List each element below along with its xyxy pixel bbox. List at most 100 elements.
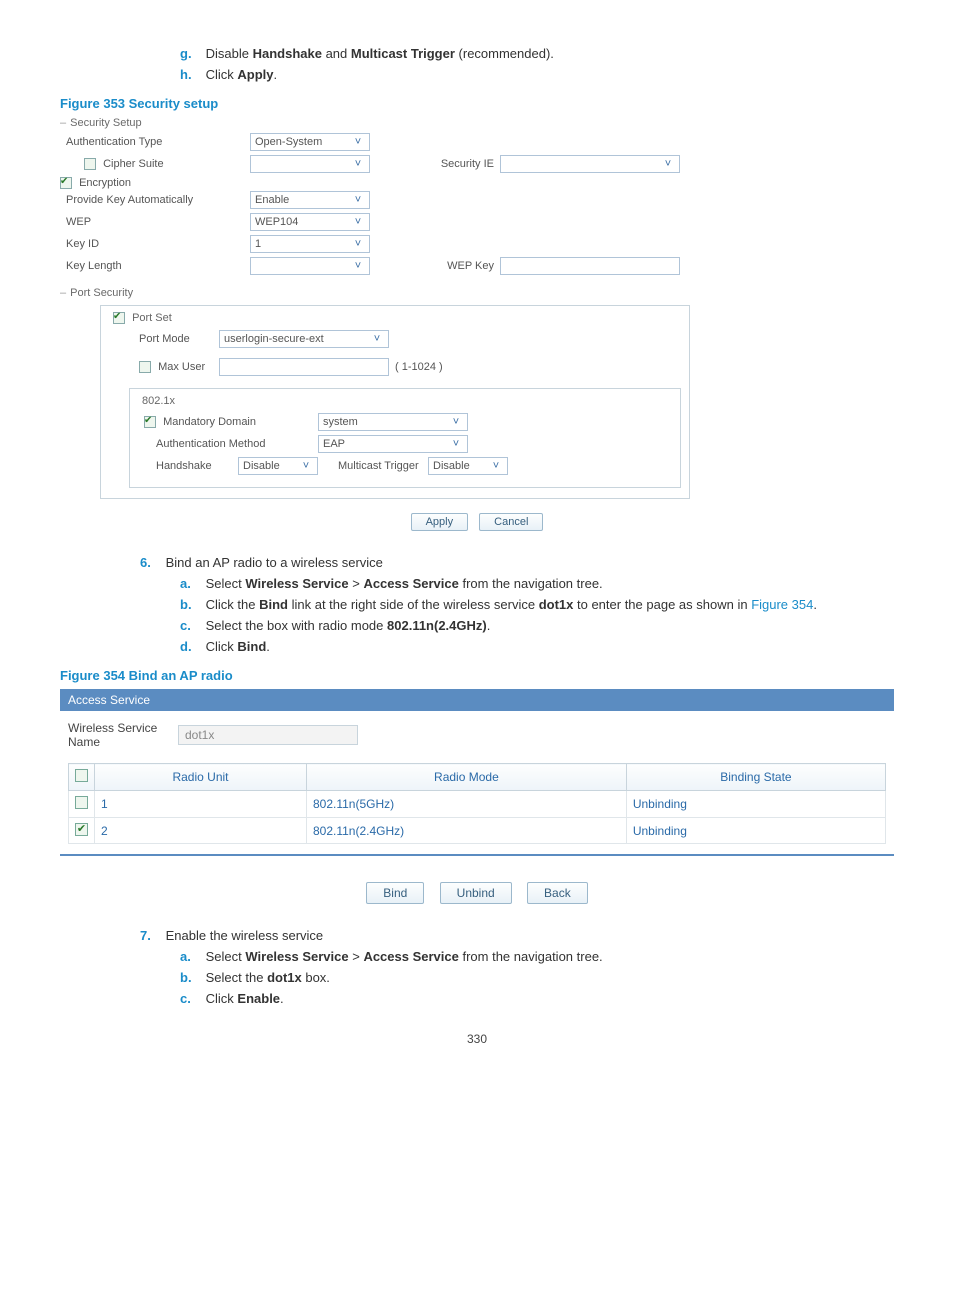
pka-value: Enable — [255, 192, 289, 208]
port-mode-value: userlogin-secure-ext — [224, 331, 324, 347]
step-7c-marker: c. — [180, 991, 202, 1006]
chevron-down-icon: ˅ — [489, 458, 503, 474]
step-6d-marker: d. — [180, 639, 202, 654]
step-7-num: 7. — [140, 928, 162, 943]
figure-354-link[interactable]: Figure 354 — [751, 597, 813, 612]
radio-unit-cell: 1 — [95, 791, 307, 818]
row-checkbox[interactable] — [75, 796, 88, 809]
txt: Handshake — [253, 46, 322, 61]
service-name-value: dot1x — [178, 725, 358, 745]
encryption-label: Encryption — [79, 177, 131, 189]
multicast-trigger-label: Multicast Trigger — [318, 460, 428, 472]
txt: Wireless Service — [245, 576, 348, 591]
step-6b: b. Click the Bind link at the right side… — [180, 597, 894, 612]
chevron-down-icon: ˅ — [351, 156, 365, 172]
txt: to enter the page as shown in — [573, 597, 751, 612]
auth-method-select[interactable]: EAP ˅ — [318, 435, 468, 453]
keylen-select[interactable]: ˅ — [250, 257, 370, 275]
keyid-row: Key ID 1 ˅ — [60, 233, 894, 255]
chevron-down-icon: ˅ — [449, 436, 463, 452]
txt: (recommended). — [455, 46, 554, 61]
txt: dot1x — [539, 597, 574, 612]
chevron-down-icon: ˅ — [351, 214, 365, 230]
wepkey-input[interactable] — [500, 257, 680, 275]
service-name-label: Wireless Service Name — [68, 721, 178, 749]
txt: Access Service — [363, 576, 458, 591]
port-set-checkbox[interactable] — [113, 312, 125, 324]
txt: Select — [206, 949, 246, 964]
encryption-checkbox[interactable] — [60, 177, 72, 189]
auth-type-select[interactable]: Open-System ˅ — [250, 133, 370, 151]
pka-select[interactable]: Enable ˅ — [250, 191, 370, 209]
radio-mode-cell: 802.11n(5GHz) — [306, 791, 626, 818]
bind-button[interactable]: Bind — [366, 882, 424, 904]
chevron-down-icon: ˅ — [299, 458, 313, 474]
step-6-title: Bind an AP radio to a wireless service — [166, 555, 383, 570]
table-row: 1802.11n(5GHz)Unbinding — [69, 791, 886, 818]
chevron-down-icon: ˅ — [449, 414, 463, 430]
radio-mode-cell: 802.11n(2.4GHz) — [306, 818, 626, 844]
mandatory-domain-checkbox[interactable] — [144, 416, 156, 428]
txt: Click — [206, 991, 238, 1006]
cipher-checkbox[interactable] — [84, 158, 96, 170]
step-h-text: Click Apply. — [206, 67, 278, 82]
wep-row: WEP WEP104 ˅ — [60, 211, 894, 233]
select-all-checkbox[interactable] — [75, 769, 88, 782]
keyid-select[interactable]: 1 ˅ — [250, 235, 370, 253]
mandatory-domain-value: system — [323, 414, 358, 430]
multicast-trigger-select[interactable]: Disable ˅ — [428, 457, 508, 475]
txt: Multicast Trigger — [351, 46, 455, 61]
step-g: g. Disable Handshake and Multicast Trigg… — [180, 46, 894, 61]
step-7a-marker: a. — [180, 949, 202, 964]
pka-row: Provide Key Automatically Enable ˅ — [60, 189, 894, 211]
cipher-select[interactable]: ˅ — [250, 155, 370, 173]
mandatory-domain-select[interactable]: system ˅ — [318, 413, 468, 431]
txt: > — [349, 576, 364, 591]
step-7b-marker: b. — [180, 970, 202, 985]
wepkey-label: WEP Key — [370, 260, 500, 272]
txt: Wireless Service — [245, 949, 348, 964]
wep-select[interactable]: WEP104 ˅ — [250, 213, 370, 231]
encryption-header-row: Encryption — [60, 177, 894, 189]
txt: Click — [206, 639, 238, 654]
unbind-button[interactable]: Unbind — [440, 882, 512, 904]
handshake-select[interactable]: Disable ˅ — [238, 457, 318, 475]
handshake-row: Handshake Disable ˅ Multicast Trigger Di… — [138, 455, 672, 477]
dot1x-header: 802.1x — [138, 395, 179, 407]
apply-button[interactable]: Apply — [411, 513, 469, 531]
security-ie-select[interactable]: ˅ — [500, 155, 680, 173]
step-7-title: Enable the wireless service — [166, 928, 324, 943]
back-button[interactable]: Back — [527, 882, 588, 904]
fig353-buttons: Apply Cancel — [60, 513, 894, 531]
step-7a: a. Select Wireless Service > Access Serv… — [180, 949, 894, 964]
cipher-label: Cipher Suite — [103, 158, 164, 170]
txt: Apply — [237, 67, 273, 82]
txt: Name — [68, 735, 100, 749]
max-user-checkbox[interactable] — [139, 361, 151, 373]
auth-type-label: Authentication Type — [60, 136, 250, 148]
port-mode-select[interactable]: userlogin-secure-ext ˅ — [219, 330, 389, 348]
page-number: 330 — [60, 1032, 894, 1046]
port-set-fieldset: Port Set Port Mode userlogin-secure-ext … — [100, 305, 690, 499]
txt: Select the box with radio mode — [206, 618, 387, 633]
wep-label: WEP — [60, 216, 250, 228]
radio-unit-cell: 2 — [95, 818, 307, 844]
fig354-buttons: Bind Unbind Back — [60, 872, 894, 904]
max-user-label: Max User — [158, 361, 205, 373]
wep-value: WEP104 — [255, 214, 298, 230]
cipher-suite: Cipher Suite — [60, 158, 250, 170]
step-7: 7. Enable the wireless service — [140, 928, 894, 943]
row-checkbox[interactable] — [75, 823, 88, 836]
keylen-row: Key Length ˅ WEP Key — [60, 255, 894, 277]
cancel-button[interactable]: Cancel — [479, 513, 543, 531]
txt: Click — [206, 67, 238, 82]
max-user-input[interactable] — [219, 358, 389, 376]
handshake-value: Disable — [243, 458, 280, 474]
mandatory-domain: Mandatory Domain — [138, 416, 318, 428]
txt: dot1x — [267, 970, 302, 985]
keylen-label: Key Length — [60, 260, 250, 272]
security-setup-header: Security Setup — [60, 117, 894, 129]
step-6c: c. Select the box with radio mode 802.11… — [180, 618, 894, 633]
table-header-row: Radio Unit Radio Mode Binding State — [69, 764, 886, 791]
chevron-down-icon: ˅ — [661, 156, 675, 172]
